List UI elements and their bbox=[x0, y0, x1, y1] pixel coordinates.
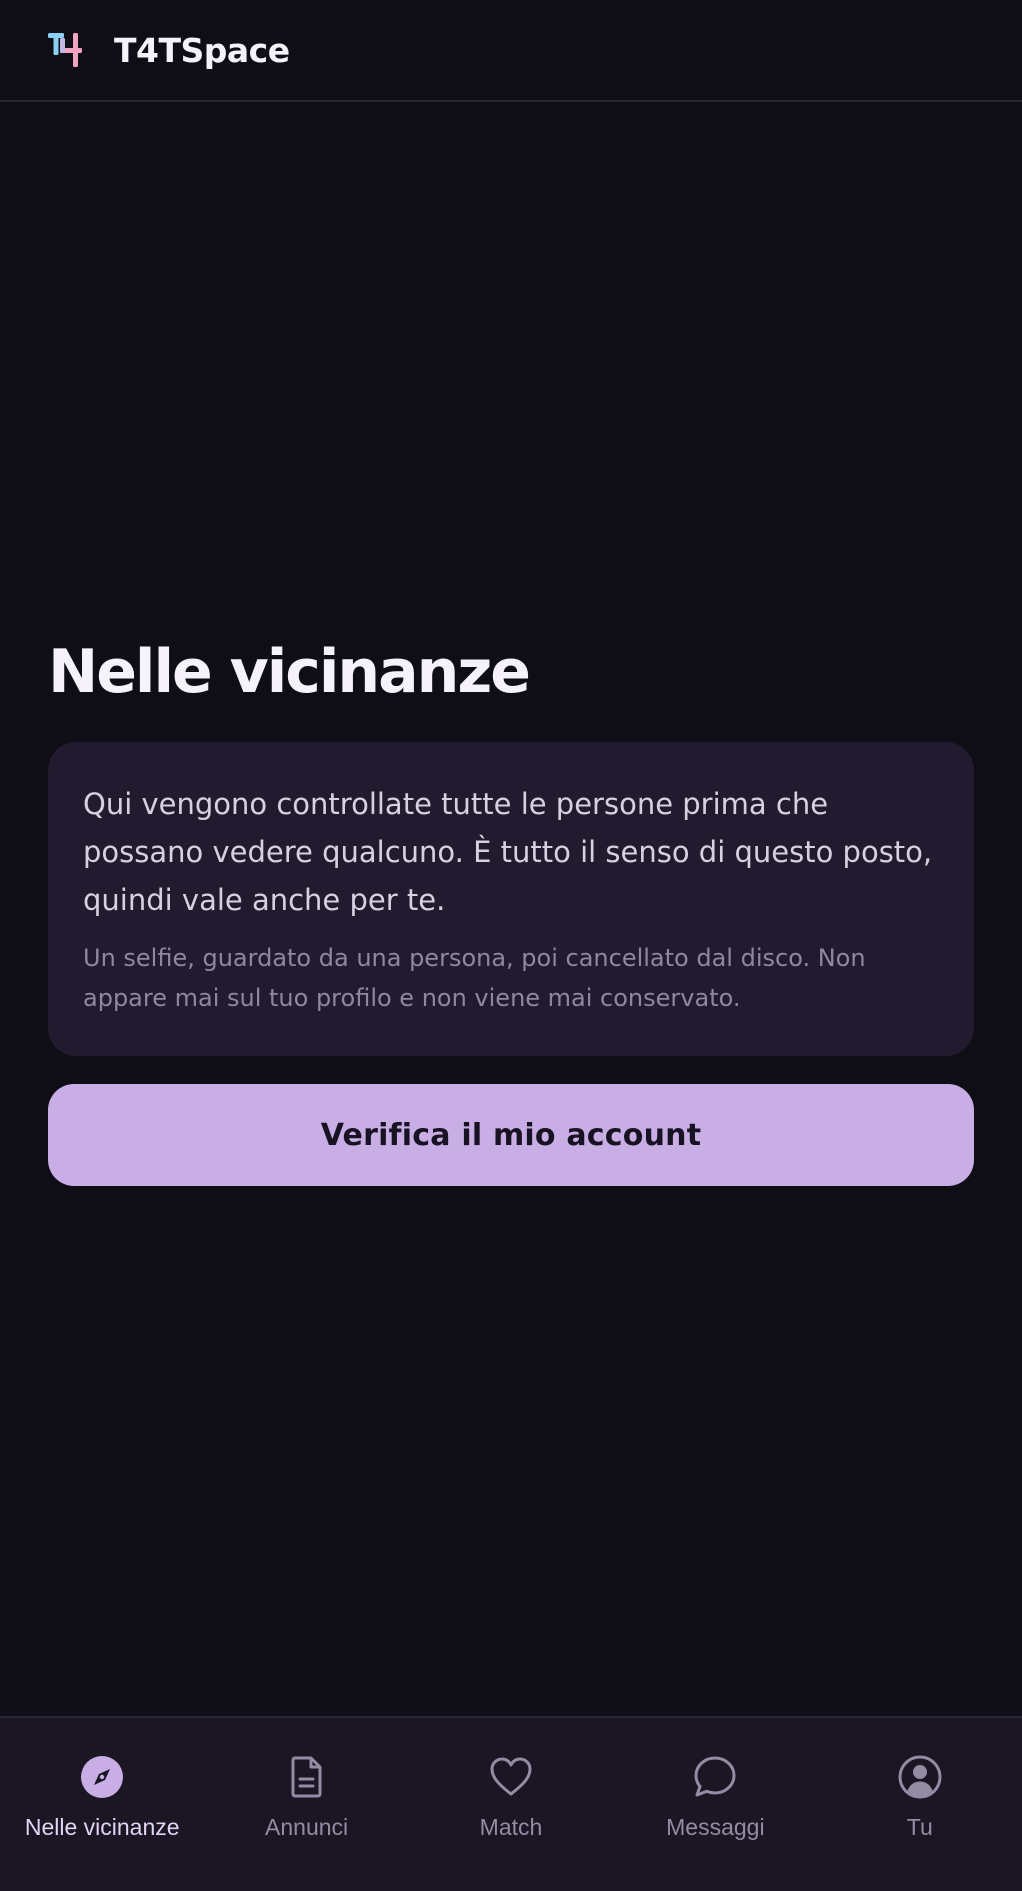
nav-item-nearby[interactable]: Nelle vicinanze bbox=[0, 1718, 204, 1891]
verification-info-card: Qui vengono controllate tutte le persone… bbox=[48, 742, 974, 1056]
top-header: T4TSpace bbox=[0, 0, 1022, 102]
nav-item-match[interactable]: Match bbox=[409, 1718, 613, 1891]
verify-account-button[interactable]: Verifica il mio account bbox=[48, 1084, 974, 1186]
compass-icon bbox=[81, 1756, 124, 1798]
nav-item-messages[interactable]: Messaggi bbox=[613, 1718, 817, 1891]
card-lead-text: Qui vengono controllate tutte le persone… bbox=[83, 787, 933, 917]
nav-label-messages: Messaggi bbox=[666, 1814, 765, 1840]
nav-item-profile[interactable]: Tu bbox=[818, 1718, 1022, 1891]
heart-icon bbox=[490, 1757, 532, 1796]
nav-item-ads[interactable]: Annunci bbox=[204, 1718, 408, 1891]
nav-label-profile: Tu bbox=[906, 1814, 933, 1840]
document-icon bbox=[291, 1756, 322, 1798]
chat-bubble-icon bbox=[694, 1756, 736, 1797]
nav-label-nearby: Nelle vicinanze bbox=[24, 1814, 180, 1840]
brand-name[interactable]: T4TSpace bbox=[114, 31, 290, 70]
app-root: T4TSpace Nelle vicinanze Qui vengono con… bbox=[0, 0, 1022, 1891]
nav-label-ads: Annunci bbox=[265, 1814, 349, 1840]
main-content: Nelle vicinanze Qui vengono controllate … bbox=[48, 630, 974, 1186]
bottom-nav: Nelle vicinanze Annunci Match Messaggi T… bbox=[0, 1716, 1022, 1891]
card-sub-text: Un selfie, guardato da una persona, poi … bbox=[83, 944, 866, 1012]
user-circle-icon bbox=[898, 1755, 942, 1799]
nav-label-match: Match bbox=[479, 1814, 543, 1840]
t4-logo-icon[interactable] bbox=[46, 30, 86, 70]
page-title: Nelle vicinanze bbox=[48, 637, 531, 707]
